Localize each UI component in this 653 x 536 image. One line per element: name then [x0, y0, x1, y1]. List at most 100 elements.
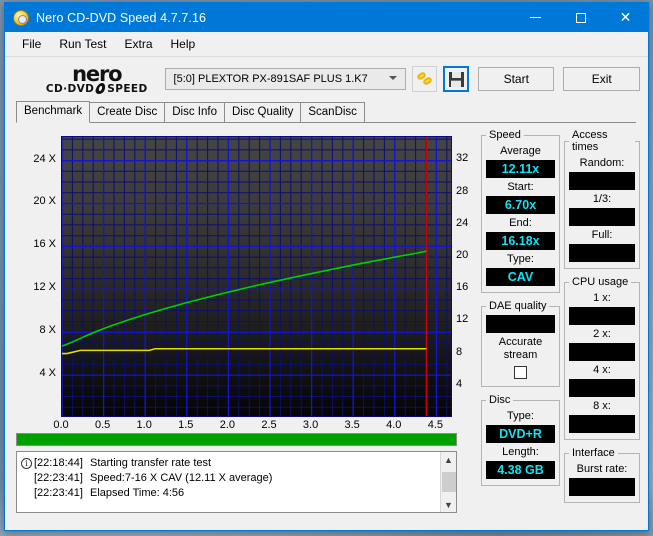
disc-options-button[interactable] [411, 66, 438, 92]
log-entry: [22:23:41] Speed:7-16 X CAV (12.11 X aver… [21, 471, 440, 486]
access-times-panel: Access times Random: 1/3: Full: [564, 129, 640, 269]
speed-panel-legend: Speed [489, 129, 521, 141]
x-axis-tick: 2.5 [261, 419, 277, 431]
maximize-icon [575, 12, 586, 23]
y-axis-left-tick: 12 X [33, 281, 56, 294]
y-axis-right-tick: 32 [456, 152, 469, 165]
y-axis-left-tick: 20 X [33, 195, 56, 208]
access-random-label: Random: [579, 157, 625, 169]
speed-panel: Speed Average 12.11x Start: 6.70x End: 1… [481, 129, 560, 293]
y-axis-left-tick: 8 X [39, 324, 56, 337]
access-random-value [569, 172, 635, 190]
info-icon: i [21, 458, 32, 469]
toolbar: nero CD·DVD SPEED [5:0] PLEXTOR PX-891SA… [5, 56, 648, 101]
save-button[interactable] [443, 66, 469, 92]
speed-type-value: CAV [486, 268, 555, 286]
nero-logo-word: nero [72, 61, 122, 86]
cpu-4x-label: 4 x: [593, 364, 611, 376]
log-entry-time: [22:18:44] [34, 457, 83, 469]
chain-link-icon [415, 71, 433, 87]
minimize-icon [530, 17, 541, 18]
menu-bar: File Run Test Extra Help [5, 32, 648, 56]
disc-length-value: 4.38 GB [486, 461, 555, 479]
scroll-down-button[interactable]: ▼ [444, 497, 453, 512]
tab-disc-info[interactable]: Disc Info [164, 102, 225, 123]
log-entry-text: Elapsed Time: 4:56 [90, 487, 185, 499]
log-entry-spacer [21, 488, 32, 499]
tab-disc-quality[interactable]: Disc Quality [224, 102, 302, 123]
chart-column: 24 X 20 X 16 X 12 X 8 X 4 X 32 28 24 20 16 12 8 4 0.… [16, 129, 476, 530]
speed-end-value: 16.18x [486, 232, 555, 250]
chart-svg [62, 137, 451, 416]
tab-scandisc[interactable]: ScanDisc [300, 102, 365, 123]
x-axis-tick: 1.5 [178, 419, 194, 431]
tab-create-disc[interactable]: Create Disc [89, 102, 166, 123]
maximize-button[interactable] [558, 3, 603, 32]
y-axis-right-tick: 20 [456, 248, 469, 261]
cpu-usage-legend: CPU usage [572, 276, 629, 288]
cpu-1x-value [569, 307, 635, 325]
disc-length-label: Length: [502, 446, 539, 458]
menu-item-help[interactable]: Help [162, 34, 205, 54]
accurate-stream-checkbox[interactable] [514, 366, 527, 379]
cpu-2x-label: 2 x: [593, 328, 611, 340]
speed-type-label: Type: [507, 253, 534, 265]
scrollbar-thumb[interactable] [441, 472, 456, 492]
x-axis-tick: 1.0 [136, 419, 152, 431]
y-axis-left-tick: 16 X [33, 238, 56, 251]
exit-button[interactable]: Exit [563, 67, 640, 91]
speed-average-label: Average [500, 145, 541, 157]
scroll-up-button[interactable]: ▲ [444, 452, 453, 467]
y-axis-right-tick: 12 [456, 313, 469, 326]
minimize-button[interactable] [513, 3, 558, 32]
access-third-label: 1/3: [592, 193, 612, 205]
speed-start-value: 6.70x [486, 196, 555, 214]
cpu-1x-label: 1 x: [593, 292, 611, 304]
log-entry-text: Speed:7-16 X CAV (12.11 X average) [90, 472, 273, 484]
drive-select[interactable]: [5:0] PLEXTOR PX-891SAF PLUS 1.K7 [164, 68, 406, 90]
stats-column-left: Speed Average 12.11x Start: 6.70x End: 1… [481, 129, 560, 530]
nero-logo-sub-left: CD·DVD [45, 82, 95, 95]
cpu-4x-value [569, 379, 635, 397]
accurate-stream-label-line1: Accurate [498, 336, 543, 348]
menu-item-run-test[interactable]: Run Test [50, 34, 115, 54]
cpu-8x-value [569, 415, 635, 433]
x-axis-tick: 4.0 [386, 419, 402, 431]
speed-average-value: 12.11x [486, 160, 555, 178]
log-entry: i [22:18:44] Starting transfer rate test [21, 456, 440, 471]
accurate-stream-label-line2: stream [503, 349, 538, 361]
log-entry-spacer [21, 473, 32, 484]
nero-logo-sub-right: SPEED [107, 82, 148, 95]
disc-panel-legend: Disc [489, 394, 511, 406]
stats-column-right: Access times Random: 1/3: Full: CPU usag… [564, 129, 640, 530]
dae-quality-legend: DAE quality [489, 300, 547, 312]
menu-item-file[interactable]: File [13, 34, 50, 54]
tab-benchmark[interactable]: Benchmark [16, 101, 91, 123]
start-button[interactable]: Start [477, 67, 555, 91]
y-axis-right-tick: 16 [456, 281, 469, 294]
cpu-8x-label: 8 x: [593, 400, 611, 412]
stats-column: Speed Average 12.11x Start: 6.70x End: 1… [476, 129, 640, 530]
close-icon: ✕ [619, 9, 632, 26]
log-entry-time: [22:23:41] [34, 472, 83, 484]
y-axis-right-tick: 4 [456, 377, 463, 390]
access-full-label: Full: [591, 229, 613, 241]
y-axis-left-tick: 24 X [33, 152, 56, 165]
benchmark-chart: 24 X 20 X 16 X 12 X 8 X 4 X 32 28 24 20 16 12 8 4 0.… [16, 129, 476, 431]
tab-strip: Benchmark Create Disc Disc Info Disc Qua… [5, 101, 648, 123]
y-axis-right-tick: 28 [456, 184, 469, 197]
disc-type-value: DVD+R [486, 425, 555, 443]
log-entry-time: [22:23:41] [34, 487, 83, 499]
access-full-value [569, 244, 635, 262]
drive-select-value: [5:0] PLEXTOR PX-891SAF PLUS 1.K7 [173, 73, 368, 85]
speed-start-label: Start: [507, 181, 534, 193]
chevron-down-icon [388, 76, 397, 80]
cpu-2x-value [569, 343, 635, 361]
y-axis-right-tick: 8 [456, 345, 463, 358]
close-button[interactable]: ✕ [603, 3, 648, 32]
chart-plot-area [61, 136, 452, 417]
menu-item-extra[interactable]: Extra [115, 34, 161, 54]
log-scrollbar[interactable]: ▲ ▼ [440, 452, 456, 512]
access-third-value [569, 208, 635, 226]
window-title: Nero CD-DVD Speed 4.7.7.16 [36, 10, 207, 25]
